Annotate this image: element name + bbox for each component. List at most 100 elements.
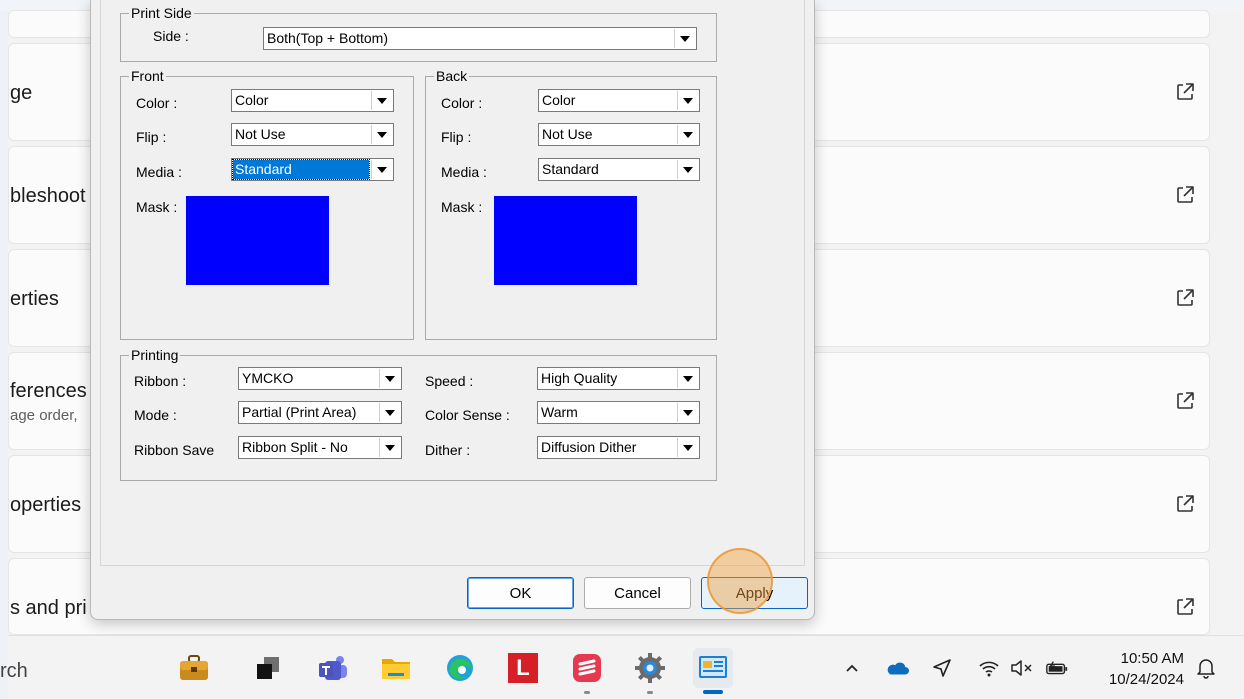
open-external-icon[interactable]	[1174, 287, 1196, 309]
card-label: ferences	[10, 380, 87, 402]
dropdown-arrow-icon[interactable]	[677, 91, 698, 110]
dropdown-arrow-icon[interactable]	[379, 403, 400, 422]
card-label: ge	[10, 82, 33, 104]
briefcase-icon[interactable]	[174, 648, 214, 688]
volume-muted-icon[interactable]	[1010, 656, 1034, 680]
edge-icon[interactable]	[440, 648, 480, 688]
dropdown-value: Not Use	[235, 126, 286, 142]
open-external-icon[interactable]	[1174, 596, 1196, 618]
front-group: Front Color : Color Flip : Not Use Media…	[120, 68, 414, 340]
dropdown-arrow-icon[interactable]	[677, 403, 698, 422]
front-mask-label: Mask :	[136, 199, 178, 215]
ribbon-save-label: Ribbon Save	[134, 442, 215, 458]
task-view-icon[interactable]	[248, 648, 288, 688]
running-indicator	[584, 691, 590, 694]
dropdown-value: Both(Top + Bottom)	[267, 30, 389, 46]
teams-icon[interactable]	[313, 648, 353, 688]
ribbon-dropdown[interactable]: YMCKO	[238, 367, 402, 390]
color-sense-dropdown[interactable]: Warm	[537, 401, 700, 424]
dropdown-arrow-icon[interactable]	[677, 160, 698, 179]
mode-label: Mode :	[134, 407, 177, 423]
dropdown-value: Partial (Print Area)	[242, 404, 357, 420]
notes-app-icon[interactable]	[567, 648, 607, 688]
tab-page-panel: Print Side Side : Both(Top + Bottom) Fro…	[100, 0, 805, 566]
card-label: bleshoot	[10, 185, 86, 207]
front-media-dropdown[interactable]: Standard	[231, 158, 394, 181]
notification-bell-icon[interactable]	[1194, 656, 1218, 680]
dither-label: Dither :	[425, 442, 471, 458]
dropdown-value: Not Use	[542, 126, 593, 142]
back-media-label: Media :	[441, 164, 487, 180]
battery-icon[interactable]	[1045, 656, 1069, 680]
back-media-dropdown[interactable]: Standard	[538, 158, 700, 181]
dropdown-value: YMCKO	[242, 370, 294, 386]
settings-icon[interactable]	[630, 648, 670, 688]
dropdown-arrow-icon[interactable]	[379, 438, 400, 457]
color-sense-label: Color Sense :	[425, 407, 510, 423]
dropdown-arrow-icon[interactable]	[674, 29, 695, 48]
printer-properties-dialog: Print Side Side : Both(Top + Bottom) Fro…	[90, 0, 815, 620]
location-icon[interactable]	[930, 656, 954, 680]
back-flip-dropdown[interactable]: Not Use	[538, 123, 700, 146]
wifi-icon[interactable]	[977, 656, 1001, 680]
dropdown-arrow-icon[interactable]	[371, 160, 392, 179]
cancel-button[interactable]: Cancel	[584, 577, 691, 609]
dropdown-value: Standard	[542, 161, 599, 177]
ribbon-label: Ribbon :	[134, 373, 187, 389]
taskbar-clock[interactable]: 10:50 AM 10/24/2024	[1092, 648, 1184, 690]
print-side-group: Print Side Side : Both(Top + Bottom)	[120, 5, 717, 62]
side-dropdown[interactable]: Both(Top + Bottom)	[263, 27, 697, 50]
running-indicator	[647, 691, 653, 694]
open-external-icon[interactable]	[1174, 184, 1196, 206]
ok-button[interactable]: OK	[467, 577, 574, 609]
speed-dropdown[interactable]: High Quality	[537, 367, 700, 390]
open-external-icon[interactable]	[1174, 390, 1196, 412]
dropdown-value: Color	[542, 92, 576, 108]
front-flip-dropdown[interactable]: Not Use	[231, 123, 394, 146]
mode-dropdown[interactable]: Partial (Print Area)	[238, 401, 402, 424]
group-title: Front	[129, 68, 166, 84]
card-sublabel: age order,	[10, 407, 78, 424]
dropdown-arrow-icon[interactable]	[379, 369, 400, 388]
dropdown-value: Ribbon Split - No	[242, 439, 348, 455]
back-color-dropdown[interactable]: Color	[538, 89, 700, 112]
open-external-icon[interactable]	[1174, 81, 1196, 103]
dropdown-arrow-icon[interactable]	[677, 125, 698, 144]
side-label: Side :	[153, 28, 189, 44]
active-indicator	[703, 690, 723, 694]
card-label: s and pri	[10, 597, 87, 619]
dither-dropdown[interactable]: Diffusion Dither	[537, 436, 700, 459]
printer-driver-icon[interactable]	[693, 648, 733, 688]
card-label: operties	[10, 494, 82, 516]
clock-date: 10/24/2024	[1108, 671, 1184, 688]
group-title: Printing	[129, 347, 181, 363]
dropdown-value: Standard	[232, 159, 370, 180]
back-mask-preview[interactable]	[494, 196, 637, 285]
chevron-up-icon[interactable]	[840, 656, 864, 680]
file-explorer-icon[interactable]	[376, 648, 416, 688]
taskbar-search-text[interactable]: rch	[0, 660, 28, 683]
dropdown-value: Color	[235, 92, 269, 108]
l-app-icon[interactable]: L	[503, 648, 543, 688]
front-mask-preview[interactable]	[186, 196, 329, 285]
ribbon-save-dropdown[interactable]: Ribbon Split - No	[238, 436, 402, 459]
l-app-letter: L	[508, 653, 538, 683]
group-title: Print Side	[129, 5, 194, 21]
onedrive-icon[interactable]	[885, 656, 909, 680]
card-label: erties	[10, 288, 59, 310]
front-color-label: Color :	[136, 95, 178, 111]
dropdown-arrow-icon[interactable]	[677, 438, 698, 457]
dropdown-arrow-icon[interactable]	[371, 91, 392, 110]
open-external-icon[interactable]	[1174, 493, 1196, 515]
dropdown-arrow-icon[interactable]	[371, 125, 392, 144]
printing-group: Printing Ribbon : YMCKO Mode : Partial (…	[120, 347, 717, 481]
dropdown-arrow-icon[interactable]	[677, 369, 698, 388]
back-flip-label: Flip :	[441, 129, 472, 145]
front-color-dropdown[interactable]: Color	[231, 89, 394, 112]
back-color-label: Color :	[441, 95, 483, 111]
front-media-label: Media :	[136, 164, 182, 180]
group-title: Back	[434, 68, 470, 84]
back-mask-label: Mask :	[441, 199, 483, 215]
clock-time: 10:50 AM	[1120, 650, 1184, 667]
apply-button[interactable]: Apply	[701, 577, 808, 609]
